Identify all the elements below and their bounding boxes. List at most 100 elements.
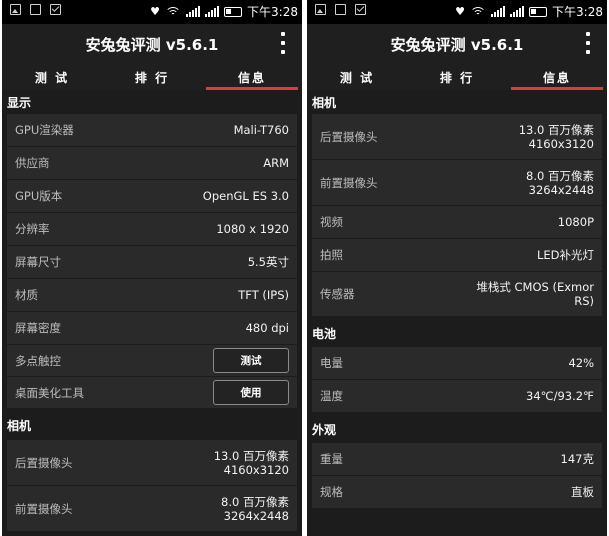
value-line: 8.0 百万像素 [221, 494, 289, 509]
image-notification-icon [335, 4, 346, 15]
value-line: 3264x2448 [223, 508, 289, 523]
row-gpu-renderer: GPU渲染器 Mali-T760 [7, 114, 297, 147]
row-value: 堆栈式 CMOS (Exmor RS) [476, 280, 594, 308]
status-time: 下午3:28 [247, 5, 298, 19]
row-screen-size: 屏幕尺寸 5.5英寸 [7, 246, 297, 279]
launcher-use-button[interactable]: 使用 [213, 380, 289, 405]
info-list[interactable]: 相机 后置摄像头 13.0 百万像素 4160x3120 前置摄像头 8.0 百… [307, 90, 607, 536]
row-label: 电量 [320, 356, 343, 370]
row-value: 直板 [571, 485, 594, 499]
tab-info[interactable]: 信息 [202, 64, 302, 90]
status-time: 下午3:28 [552, 5, 603, 19]
row-label: 拍照 [320, 248, 343, 262]
row-resolution: 分辨率 1080 x 1920 [7, 213, 297, 246]
tab-ranking[interactable]: 排 行 [407, 64, 507, 90]
wifi-icon [165, 6, 182, 18]
value-line: 8.0 百万像素 [526, 168, 594, 183]
row-density: 屏幕密度 480 dpi [7, 312, 297, 345]
tab-test[interactable]: 测 试 [307, 64, 407, 90]
tab-bar: 测 试 排 行 信息 [307, 64, 607, 90]
row-gpu-version: GPU版本 OpenGL ES 3.0 [7, 180, 297, 213]
cellular-signal-icon [186, 6, 201, 17]
battery-icon [224, 6, 243, 17]
image-notification-icon [315, 4, 326, 15]
tab-test[interactable]: 测 试 [2, 64, 102, 90]
tab-bar: 测 试 排 行 信息 [2, 64, 302, 90]
row-label: 规格 [320, 485, 343, 499]
multitouch-test-button[interactable]: 测试 [213, 348, 289, 373]
cellular-signal-icon [491, 6, 506, 17]
value-line: 13.0 百万像素 [213, 448, 289, 463]
row-label: 前置摄像头 [15, 501, 73, 516]
row-label: 前置摄像头 [320, 175, 378, 190]
row-material: 材质 TFT (IPS) [7, 279, 297, 312]
row-label: 多点触控 [15, 353, 61, 368]
value-line: 4160x3120 [223, 462, 289, 477]
overflow-menu-icon[interactable] [280, 32, 286, 54]
row-label: GPU版本 [15, 189, 63, 203]
row-value: 5.5英寸 [247, 255, 289, 269]
section-header-camera: 相机 [307, 90, 607, 114]
row-weight: 重量 147克 [312, 443, 602, 476]
value-line: RS) [574, 294, 594, 308]
row-value: 480 dpi [245, 321, 289, 335]
row-video: 视频 1080P [312, 206, 602, 239]
row-value: 13.0 百万像素 4160x3120 [214, 449, 289, 477]
tab-info[interactable]: 信息 [507, 64, 607, 90]
row-sensor: 传感器 堆栈式 CMOS (Exmor RS) [312, 272, 602, 317]
row-label: 传感器 [320, 287, 355, 301]
app-title: 安兔兔评测 v5.6.1 [390, 36, 524, 54]
row-value: ARM [263, 156, 289, 170]
status-bar: ♥ 下午3:28 [2, 0, 302, 24]
row-launcher-tool: 桌面美化工具 使用 [7, 377, 297, 409]
section-header-appearance: 外观 [307, 413, 607, 443]
info-list[interactable]: 显示 GPU渲染器 Mali-T760 供应商 ARM GPU版本 OpenGL… [2, 90, 302, 536]
status-bar: ♥ 下午3:28 [307, 0, 607, 24]
section-header-camera: 相机 [2, 409, 302, 440]
row-battery-level: 电量 42% [312, 347, 602, 380]
row-value: 1080 x 1920 [216, 222, 289, 236]
row-label: 材质 [15, 288, 38, 302]
value-line: 4160x3120 [528, 136, 594, 151]
row-value: 147克 [560, 452, 594, 466]
overflow-menu-icon[interactable] [585, 32, 591, 54]
cellular-signal-icon [205, 6, 220, 17]
row-label: 重量 [320, 452, 343, 466]
row-vendor: 供应商 ARM [7, 147, 297, 180]
image-notification-icon [30, 4, 41, 15]
row-form-factor: 规格 直板 [312, 476, 602, 509]
row-label: 后置摄像头 [15, 455, 73, 470]
value-line: 堆栈式 CMOS (Exmor [476, 280, 594, 294]
row-temperature: 温度 34℃/93.2℉ [312, 380, 602, 413]
value-line: 3264x2448 [528, 182, 594, 197]
row-label: 屏幕尺寸 [15, 255, 61, 269]
row-label: 视频 [320, 215, 343, 229]
mail-notification-icon [355, 4, 366, 15]
row-label: 桌面美化工具 [15, 385, 84, 400]
image-notification-icon [10, 4, 21, 15]
heart-signal-icon: ♥ [455, 5, 466, 18]
row-value: 13.0 百万像素 4160x3120 [519, 123, 594, 151]
row-front-camera: 前置摄像头 8.0 百万像素 3264x2448 [312, 160, 602, 206]
row-label: 温度 [320, 389, 343, 403]
app-bar: 安兔兔评测 v5.6.1 [2, 24, 302, 64]
row-rear-camera: 后置摄像头 13.0 百万像素 4160x3120 [7, 440, 297, 486]
wifi-icon [470, 6, 487, 18]
row-value: 8.0 百万像素 3264x2448 [221, 495, 289, 523]
row-label: GPU渲染器 [15, 123, 74, 137]
row-rear-camera: 后置摄像头 13.0 百万像素 4160x3120 [312, 114, 602, 160]
row-label: 屏幕密度 [15, 321, 61, 335]
row-value: 42% [568, 356, 594, 370]
screenshot-right: ♥ 下午3:28 安兔兔评测 v5.6.1 测 试 排 行 信息 相机 后置摄像… [307, 0, 607, 536]
app-title: 安兔兔评测 v5.6.1 [85, 36, 219, 54]
tab-ranking[interactable]: 排 行 [102, 64, 202, 90]
value-line: 13.0 百万像素 [518, 122, 594, 137]
row-value: 34℃/93.2℉ [526, 389, 594, 403]
mail-notification-icon [50, 4, 61, 15]
row-multitouch: 多点触控 测试 [7, 345, 297, 377]
section-header-display: 显示 [2, 90, 302, 114]
row-flash: 拍照 LED补光灯 [312, 239, 602, 272]
row-value: TFT (IPS) [238, 288, 289, 302]
cellular-signal-icon [510, 6, 525, 17]
row-label: 后置摄像头 [320, 129, 378, 144]
